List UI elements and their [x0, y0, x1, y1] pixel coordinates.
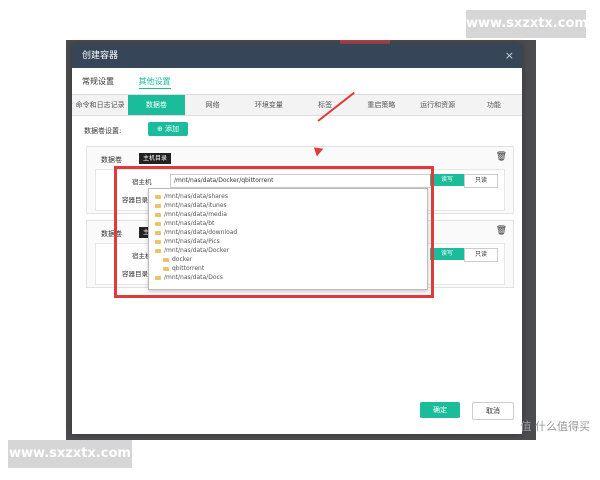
read-only-button[interactable]: 只读	[464, 174, 498, 188]
tab-general[interactable]: 常规设置	[82, 77, 114, 86]
trash-icon[interactable]: 🗑	[496, 152, 507, 162]
sub-tabs: 命令和日志记录 数据卷 网络 环境变量 标签 重启策略 运行和资源 功能	[72, 94, 522, 116]
tab-network[interactable]: 网络	[185, 95, 241, 115]
trash-icon[interactable]: 🗑	[496, 226, 507, 236]
tab-volumes[interactable]: 数据卷	[128, 95, 185, 115]
close-icon[interactable]: ×	[505, 44, 514, 68]
confirm-button[interactable]: 确定	[420, 402, 460, 418]
watermark-bottom: www.sxzxtx.com	[8, 440, 132, 468]
dialog-title-bar: 创建容器 ×	[72, 44, 522, 68]
add-volume-button[interactable]: ⊕ 添加	[148, 122, 188, 136]
tab-restart[interactable]: 重启策略	[353, 95, 409, 115]
tab-env[interactable]: 环境变量	[241, 95, 297, 115]
read-write-button[interactable]: 读写	[430, 248, 464, 260]
tab-other[interactable]: 其他设置	[138, 77, 171, 89]
brand-watermark: 值 什么值得买	[520, 420, 591, 433]
tab-resources[interactable]: 运行和资源	[410, 95, 466, 115]
red-highlight-box	[114, 166, 434, 298]
cancel-button[interactable]: 取消	[472, 402, 514, 420]
volume-settings-label: 数据卷设置:	[84, 127, 122, 135]
dialog-title: 创建容器	[82, 51, 119, 61]
top-tabs: 常规设置 其他设置	[82, 76, 193, 89]
watermark-top: www.sxzxtx.com	[466, 10, 588, 38]
read-only-button[interactable]: 只读	[464, 248, 498, 262]
volume-card-label: 数据卷	[101, 156, 122, 164]
read-write-button[interactable]: 读写	[430, 174, 464, 186]
host-dir-tag[interactable]: 主机目录	[139, 153, 172, 164]
tab-capabilities[interactable]: 功能	[466, 95, 522, 115]
tab-command-log[interactable]: 命令和日志记录	[72, 95, 128, 115]
